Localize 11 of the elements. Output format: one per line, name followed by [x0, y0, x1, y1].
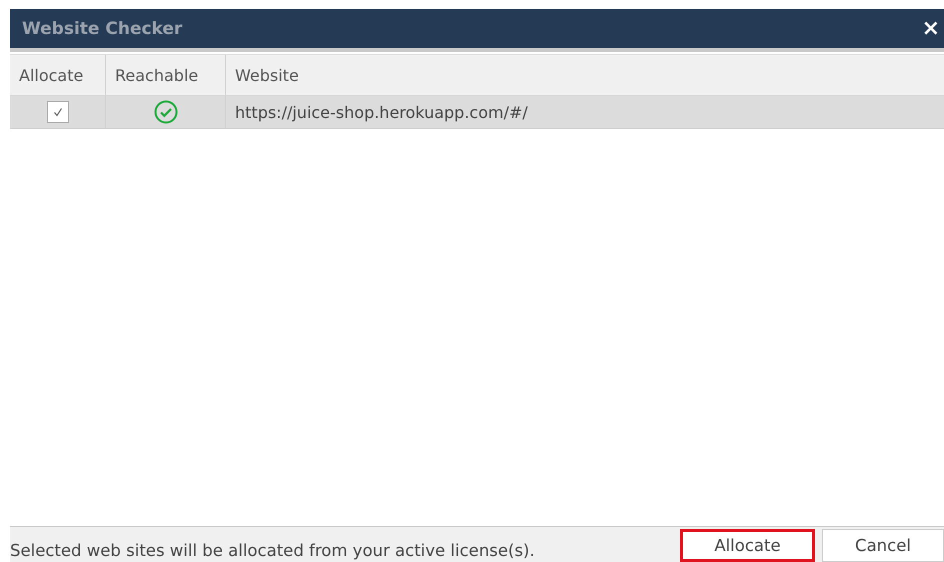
status-message: Selected web sites will be allocated from your active license(s). [10, 541, 535, 562]
dialog-button[interactable]: Allocate [680, 529, 815, 562]
column-header[interactable]: Website [226, 55, 944, 95]
column-header[interactable]: Reachable [106, 55, 226, 95]
close-button[interactable]: × [922, 18, 944, 40]
column-header[interactable]: Allocate [10, 55, 106, 95]
checkbox[interactable] [46, 101, 68, 123]
table-cell-text: https://juice-shop.herokuapp.com/#/ [234, 102, 529, 124]
checkmark-icon [52, 106, 64, 118]
window-title: Website Checker [22, 18, 182, 38]
dialog-button[interactable]: Cancel [822, 529, 944, 562]
